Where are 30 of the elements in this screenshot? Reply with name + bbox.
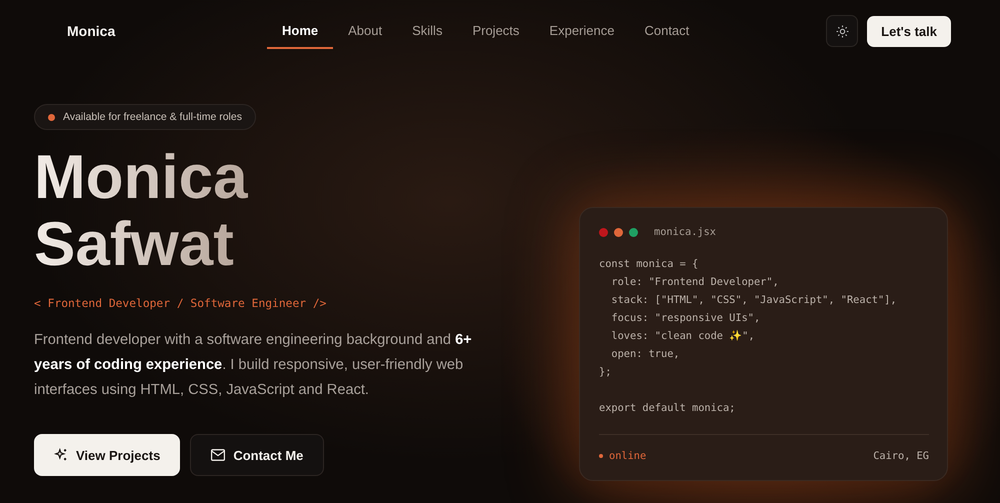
nav-link[interactable]: Experience <box>534 14 630 48</box>
nav-link[interactable]: About <box>333 14 398 48</box>
sparkle-icon <box>54 448 68 462</box>
mail-icon <box>211 449 226 461</box>
status-dot-icon <box>599 454 603 458</box>
theme-toggle-button[interactable] <box>826 15 858 47</box>
status-dot-icon <box>48 114 55 120</box>
location-text: Cairo, EG <box>873 450 929 462</box>
view-projects-button[interactable]: View Projects <box>34 434 180 476</box>
code-line: open: true, <box>610 347 681 362</box>
lets-talk-button[interactable]: Let's talk <box>867 16 951 46</box>
code-line: focus: "responsive UIs", <box>610 311 762 326</box>
contact-me-button[interactable]: Contact Me <box>190 434 324 476</box>
role-tagline: < Frontend Developer / Software Engineer /> <box>34 297 328 310</box>
file-name: monica.jsx <box>654 226 716 238</box>
nav-link[interactable]: Home <box>267 14 334 48</box>
code-line: stack: ["HTML", "CSS", "JavaScript", "React"], <box>610 293 898 308</box>
status-text: online <box>609 450 646 462</box>
code-line: role: "Frontend Developer", <box>610 275 780 290</box>
code-line: loves: "clean code ✨", <box>610 329 756 344</box>
code-line: const monica = { <box>599 257 700 272</box>
code-line: }; <box>599 365 612 380</box>
nav-link[interactable]: Contact <box>629 14 704 48</box>
sun-icon <box>836 24 849 38</box>
availability-text: Available for freelance & full-time roles <box>63 111 242 123</box>
logo-text[interactable]: Monica <box>67 23 267 39</box>
code-line: export default monica; <box>599 401 736 416</box>
nav-link[interactable]: Projects <box>457 14 534 48</box>
intro-paragraph: Frontend developer with a software engineering background and 6+ years of coding experience. I build responsive, user-friendly web interfaces using HTML, CSS, JavaScript and React. <box>34 331 473 400</box>
nav-link[interactable]: Skills <box>397 14 458 48</box>
